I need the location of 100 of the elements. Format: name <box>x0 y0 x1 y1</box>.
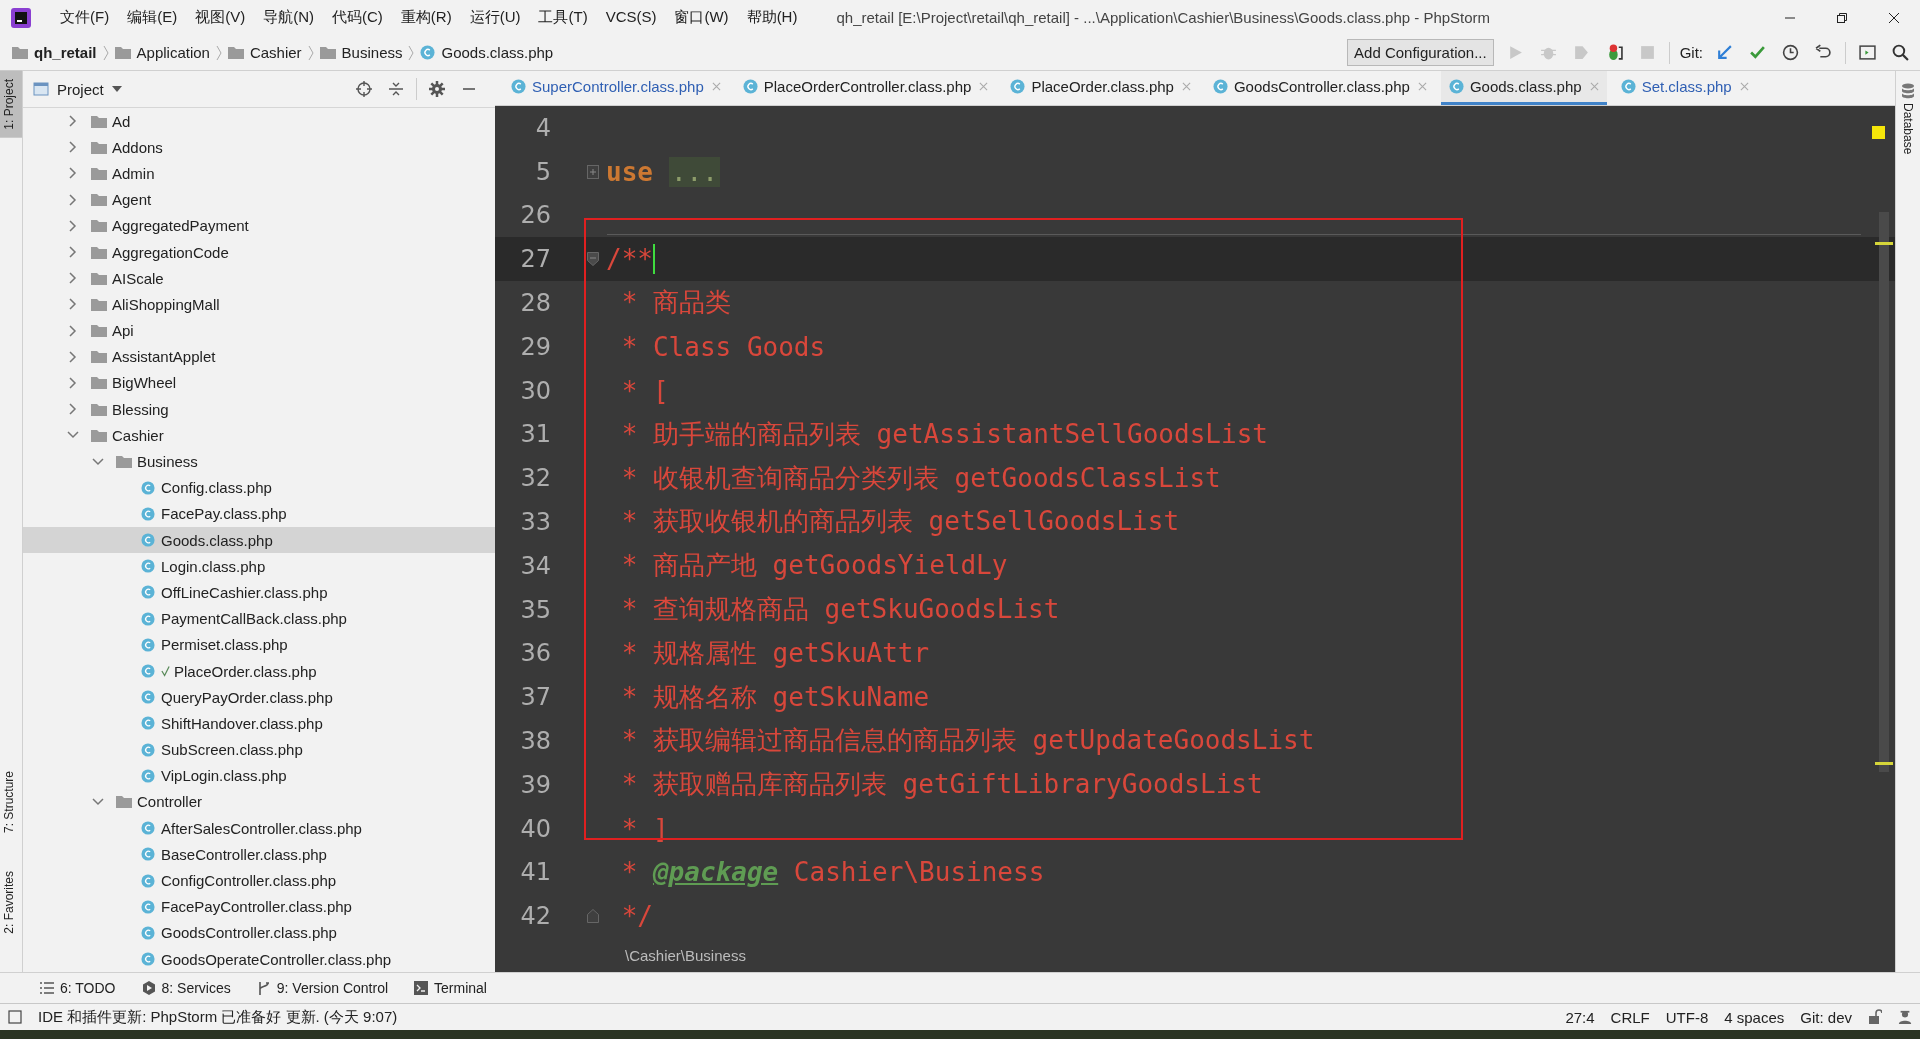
add-configuration-button[interactable]: Add Configuration... <box>1347 39 1494 66</box>
editor-tab[interactable]: SuperController.class.php <box>503 71 729 105</box>
tree-item[interactable]: Ad <box>23 108 495 135</box>
close-icon[interactable] <box>1888 11 1900 24</box>
square-icon[interactable] <box>8 1010 22 1024</box>
tool-window-tab[interactable]: Terminal <box>414 980 487 996</box>
collapse-icon[interactable] <box>388 81 404 97</box>
caret-icon[interactable] <box>111 86 122 92</box>
menu-item[interactable]: 工具(T) <box>529 8 597 27</box>
tree-item[interactable]: Admin <box>23 160 495 187</box>
editor-tab[interactable]: PlaceOrder.class.php <box>1002 71 1199 105</box>
tree-item[interactable]: OffLineCashier.class.php <box>23 579 495 606</box>
tree-item[interactable]: SubScreen.class.php <box>23 736 495 763</box>
chevron-icon[interactable] <box>69 403 77 416</box>
checkmark-icon[interactable] <box>1749 44 1766 61</box>
editor-tab[interactable]: Goods.class.php <box>1440 71 1607 105</box>
tree-item[interactable]: PlaceOrder.class.php <box>23 657 495 685</box>
chevron-icon[interactable] <box>69 141 77 154</box>
fold-marker-icon[interactable] <box>587 164 599 179</box>
tree-item[interactable]: Cashier <box>23 422 495 449</box>
tree-item[interactable]: GoodsOperateController.class.php <box>23 946 495 972</box>
chevron-icon[interactable] <box>67 431 79 440</box>
menu-item[interactable]: 代码(C) <box>323 8 392 27</box>
chevron-icon[interactable] <box>69 350 77 363</box>
tree-item[interactable]: ShiftHandover.class.php <box>23 710 495 737</box>
tree-item[interactable]: PaymentCallBack.class.php <box>23 605 495 632</box>
status-item[interactable]: UTF-8 <box>1665 1008 1709 1026</box>
chevron-icon[interactable] <box>92 797 104 806</box>
scrollbar[interactable] <box>1875 211 1893 772</box>
chevron-icon[interactable] <box>69 298 77 311</box>
breadcrumb-item[interactable]: Business <box>341 44 403 61</box>
tree-item[interactable]: BigWheel <box>23 369 495 397</box>
menu-item[interactable]: 导航(N) <box>254 8 323 27</box>
chevron-icon[interactable] <box>69 376 77 389</box>
fold-marker-icon[interactable] <box>587 909 599 924</box>
status-item[interactable]: Git: dev <box>1800 1008 1852 1026</box>
code-breadcrumb[interactable]: \Cashier\Business <box>625 946 746 964</box>
status-message[interactable]: IDE 和插件更新: PhpStorm 已准备好 更新. (今天 9:07) <box>38 1007 398 1027</box>
editor-tab[interactable]: GoodsController.class.php <box>1204 71 1435 105</box>
editor-tab[interactable]: Set.class.php <box>1612 71 1757 105</box>
lock-icon[interactable] <box>1868 1009 1882 1025</box>
tool-window-tab[interactable]: 9: Version Control <box>256 980 389 996</box>
tree-item[interactable]: ConfigController.class.php <box>23 867 495 894</box>
tree-item[interactable]: AliShoppingMall <box>23 291 495 318</box>
side-tab[interactable]: 7: Structure <box>0 763 22 842</box>
menu-item[interactable]: VCS(S) <box>596 8 666 27</box>
tree-item[interactable]: AIScale <box>23 265 495 292</box>
chevron-icon[interactable] <box>69 193 77 206</box>
menu-item[interactable]: 运行(U) <box>460 8 530 27</box>
side-tab[interactable]: 2: Favorites <box>0 863 22 942</box>
restore-icon[interactable] <box>1836 11 1848 24</box>
breadcrumb-item[interactable]: Cashier <box>249 44 302 61</box>
breadcrumb-item[interactable]: Goods.class.php <box>441 44 554 61</box>
status-item[interactable]: 4 spaces <box>1724 1008 1785 1026</box>
window-icon[interactable] <box>1859 44 1876 61</box>
chevron-icon[interactable] <box>69 246 77 259</box>
tree-item[interactable]: FacePayController.class.php <box>23 893 495 920</box>
tree-item[interactable]: FacePay.class.php <box>23 500 495 527</box>
tree-item[interactable]: Controller <box>23 788 495 816</box>
tree-item[interactable]: Addons <box>23 134 495 161</box>
tool-window-tab[interactable]: 6: TODO <box>40 980 116 996</box>
side-tab[interactable]: Database <box>1901 103 1915 155</box>
target-icon[interactable] <box>356 81 372 97</box>
status-item[interactable]: 27:4 <box>1565 1008 1595 1026</box>
fold-marker-icon[interactable] <box>587 252 599 267</box>
menu-item[interactable]: 窗口(W) <box>665 8 738 27</box>
database-icon[interactable] <box>1901 83 1915 99</box>
menu-item[interactable]: 重构(R) <box>391 8 461 27</box>
menu-item[interactable]: 视图(V) <box>186 8 255 27</box>
tree-item[interactable]: Config.class.php <box>23 474 495 501</box>
menu-item[interactable]: 帮助(H) <box>737 8 807 27</box>
tree-item[interactable]: Permiset.class.php <box>23 631 495 658</box>
tree-item[interactable]: Business <box>23 448 495 475</box>
person-icon[interactable] <box>1898 1009 1912 1025</box>
tree-item[interactable]: AggregationCode <box>23 238 495 266</box>
tree-item[interactable]: AfterSalesController.class.php <box>23 815 495 842</box>
settings-icon[interactable] <box>429 81 445 97</box>
chevron-icon[interactable] <box>69 115 77 128</box>
status-item[interactable]: CRLF <box>1610 1008 1650 1026</box>
tree-item[interactable]: Agent <box>23 186 495 213</box>
side-tab[interactable]: 1: Project <box>0 71 22 138</box>
tree-item[interactable]: Api <box>23 317 495 344</box>
breadcrumb-item[interactable]: qh_retail <box>34 44 97 61</box>
editor-tab[interactable]: PlaceOrderController.class.php <box>734 71 997 105</box>
chevron-icon[interactable] <box>69 219 77 232</box>
chevron-icon[interactable] <box>69 167 77 180</box>
search-icon[interactable] <box>1892 44 1909 61</box>
tree-item[interactable]: BaseController.class.php <box>23 841 495 868</box>
clock-icon[interactable] <box>1782 44 1799 61</box>
tree-item[interactable]: AssistantApplet <box>23 343 495 370</box>
tool-window-tab[interactable]: 8: Services <box>141 980 231 996</box>
tree-item[interactable]: GoodsController.class.php <box>23 919 495 946</box>
tree-item[interactable]: AggregatedPayment <box>23 212 495 239</box>
tree-item[interactable]: Blessing <box>23 396 495 423</box>
menu-item[interactable]: 文件(F) <box>51 8 119 27</box>
tree-item[interactable]: Login.class.php <box>23 553 495 580</box>
chevron-icon[interactable] <box>92 457 104 466</box>
tree-item[interactable]: VipLogin.class.php <box>23 762 495 789</box>
menu-item[interactable]: 编辑(E) <box>118 8 187 27</box>
undo-icon[interactable] <box>1815 44 1832 61</box>
